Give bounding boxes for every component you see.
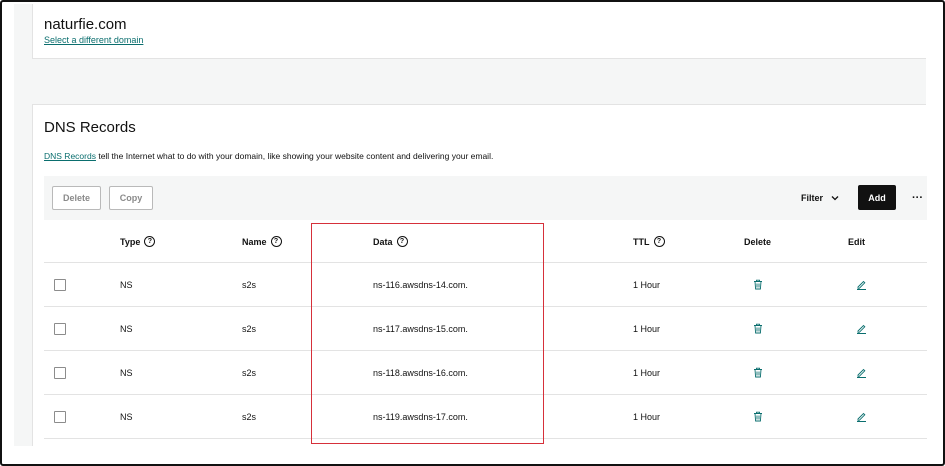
help-icon[interactable]: ? xyxy=(144,236,156,247)
name-header-label: Name xyxy=(242,236,267,247)
window-frame: naturfie.com Select a different domain D… xyxy=(0,0,945,466)
record-ttl: 1 Hour xyxy=(633,367,661,378)
filter-dropdown[interactable]: Filter xyxy=(801,186,839,210)
dns-records-table: Type ? Name ? Data ? TTL ? Delete Edit N… xyxy=(44,221,927,439)
record-name: s2s xyxy=(242,279,257,290)
table-row: NS s2s ns-116.awsdns-14.com. 1 Hour xyxy=(44,263,927,307)
record-data: ns-118.awsdns-16.com. xyxy=(373,367,468,378)
trash-icon[interactable] xyxy=(753,323,763,334)
edit-column-header: Edit xyxy=(848,236,865,247)
record-type: NS xyxy=(120,367,133,378)
name-column-header: Name ? xyxy=(242,221,282,262)
record-ttl: 1 Hour xyxy=(633,323,661,334)
record-data: ns-116.awsdns-14.com. xyxy=(373,279,468,290)
record-data: ns-119.awsdns-17.com. xyxy=(373,411,468,422)
record-name: s2s xyxy=(242,411,257,422)
domain-title: naturfie.com xyxy=(44,16,127,33)
record-type: NS xyxy=(120,279,133,290)
help-icon[interactable]: ? xyxy=(396,236,408,247)
record-name: s2s xyxy=(242,323,257,334)
domain-card: naturfie.com Select a different domain xyxy=(32,4,926,59)
help-icon[interactable]: ? xyxy=(270,236,282,247)
help-icon[interactable]: ? xyxy=(653,236,665,247)
row-checkbox[interactable] xyxy=(54,322,66,335)
type-column-header: Type ? xyxy=(120,221,156,262)
table-row: NS s2s ns-117.awsdns-15.com. 1 Hour xyxy=(44,307,927,351)
data-header-label: Data xyxy=(373,236,393,247)
table-row: NS s2s ns-118.awsdns-16.com. 1 Hour xyxy=(44,351,927,395)
row-checkbox[interactable] xyxy=(54,366,66,379)
dns-toolbar: Delete Copy Filter Add ··· xyxy=(44,176,927,220)
pencil-icon[interactable] xyxy=(856,323,867,334)
select-domain-link[interactable]: Select a different domain xyxy=(44,35,143,45)
more-options-icon[interactable]: ··· xyxy=(912,186,923,210)
dns-records-description-text: tell the Internet what to do with your d… xyxy=(95,151,494,161)
trash-icon[interactable] xyxy=(753,279,763,290)
delete-button[interactable]: Delete xyxy=(52,186,101,210)
pencil-icon[interactable] xyxy=(856,367,867,378)
delete-column-header: Delete xyxy=(744,236,772,247)
dns-records-title: DNS Records xyxy=(44,119,136,136)
chevron-down-icon xyxy=(831,194,839,203)
trash-icon[interactable] xyxy=(753,367,763,378)
pencil-icon[interactable] xyxy=(856,411,867,422)
row-checkbox[interactable] xyxy=(54,410,66,423)
table-header-row: Type ? Name ? Data ? TTL ? Delete Edit xyxy=(44,221,927,263)
trash-icon[interactable] xyxy=(753,411,763,422)
ttl-header-label: TTL xyxy=(633,236,650,247)
ttl-column-header: TTL ? xyxy=(633,221,665,262)
table-row: NS s2s ns-119.awsdns-17.com. 1 Hour xyxy=(44,395,927,439)
type-header-label: Type xyxy=(120,236,141,247)
dns-records-help-link[interactable]: DNS Records xyxy=(44,151,96,161)
record-ttl: 1 Hour xyxy=(633,279,661,290)
add-button[interactable]: Add xyxy=(858,185,896,210)
pencil-icon[interactable] xyxy=(856,279,867,290)
dns-records-card: DNS Records DNS Records tell the Interne… xyxy=(32,104,927,446)
dns-records-description: DNS Records tell the Internet what to do… xyxy=(44,151,493,161)
filter-label: Filter xyxy=(801,193,824,203)
row-checkbox[interactable] xyxy=(54,278,66,291)
record-name: s2s xyxy=(242,367,257,378)
data-column-header: Data ? xyxy=(373,221,408,262)
record-type: NS xyxy=(120,411,133,422)
record-type: NS xyxy=(120,323,133,334)
copy-button[interactable]: Copy xyxy=(109,186,153,210)
record-ttl: 1 Hour xyxy=(633,411,661,422)
record-data: ns-117.awsdns-15.com. xyxy=(373,323,468,334)
